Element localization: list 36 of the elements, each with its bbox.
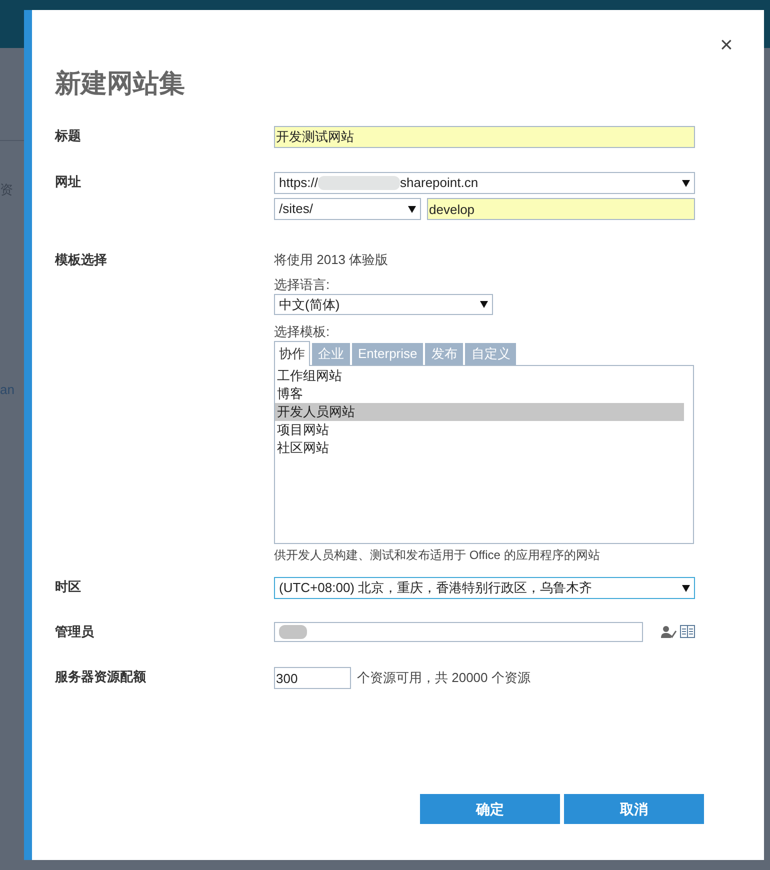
redacted-text xyxy=(279,625,307,639)
template-item[interactable]: 工作组网站 xyxy=(275,367,684,385)
template-item[interactable]: 博客 xyxy=(275,385,684,403)
template-label: 选择模板: xyxy=(274,323,331,341)
caret-icon xyxy=(682,180,690,186)
path-select[interactable]: /sites/ xyxy=(274,198,421,220)
field-label: 模板选择 xyxy=(55,251,108,269)
field-label: 网址 xyxy=(55,173,82,191)
quota-input[interactable]: 300 xyxy=(274,667,351,689)
admin-input[interactable] xyxy=(274,622,643,642)
template-item[interactable]: 社区网站 xyxy=(275,439,684,457)
template-description: 供开发人员构建、测试和发布适用于 Office 的应用程序的网站 xyxy=(274,547,601,564)
dialog-title: 新建网站集 xyxy=(55,67,186,100)
version-note: 将使用 2013 体验版 xyxy=(274,251,390,269)
caret-icon xyxy=(682,584,690,592)
template-tab[interactable]: 协作 xyxy=(274,341,310,366)
title-input[interactable]: 开发测试网站 xyxy=(274,126,695,148)
timezone-select[interactable]: (UTC+08:00) 北京，重庆，香港特别行政区，乌鲁木齐 xyxy=(274,577,695,599)
field-label: 标题 xyxy=(55,127,82,145)
template-item[interactable]: 开发人员网站 xyxy=(275,403,684,421)
field-label: 管理员 xyxy=(55,623,95,641)
dialog-button[interactable]: 取消 xyxy=(564,794,704,824)
check-names-icon[interactable] xyxy=(661,625,677,639)
template-item[interactable]: 项目网站 xyxy=(275,421,684,439)
language-select[interactable]: 中文(简体) xyxy=(274,294,493,315)
site-name-input[interactable]: develop xyxy=(427,198,695,220)
dialog-button[interactable]: 确定 xyxy=(420,794,560,824)
address-book-icon[interactable] xyxy=(680,625,695,638)
caret-icon xyxy=(480,301,488,308)
url-select[interactable]: https:// sharepoint.cn xyxy=(274,172,695,194)
caret-icon xyxy=(408,206,416,212)
field-label: 时区 xyxy=(55,578,82,596)
close-button[interactable]: × xyxy=(720,34,733,56)
quota-note: 个资源可用，共 20000 个资源 xyxy=(357,669,530,688)
language-label: 选择语言: xyxy=(274,276,331,294)
field-label: 服务器资源配额 xyxy=(55,668,147,686)
